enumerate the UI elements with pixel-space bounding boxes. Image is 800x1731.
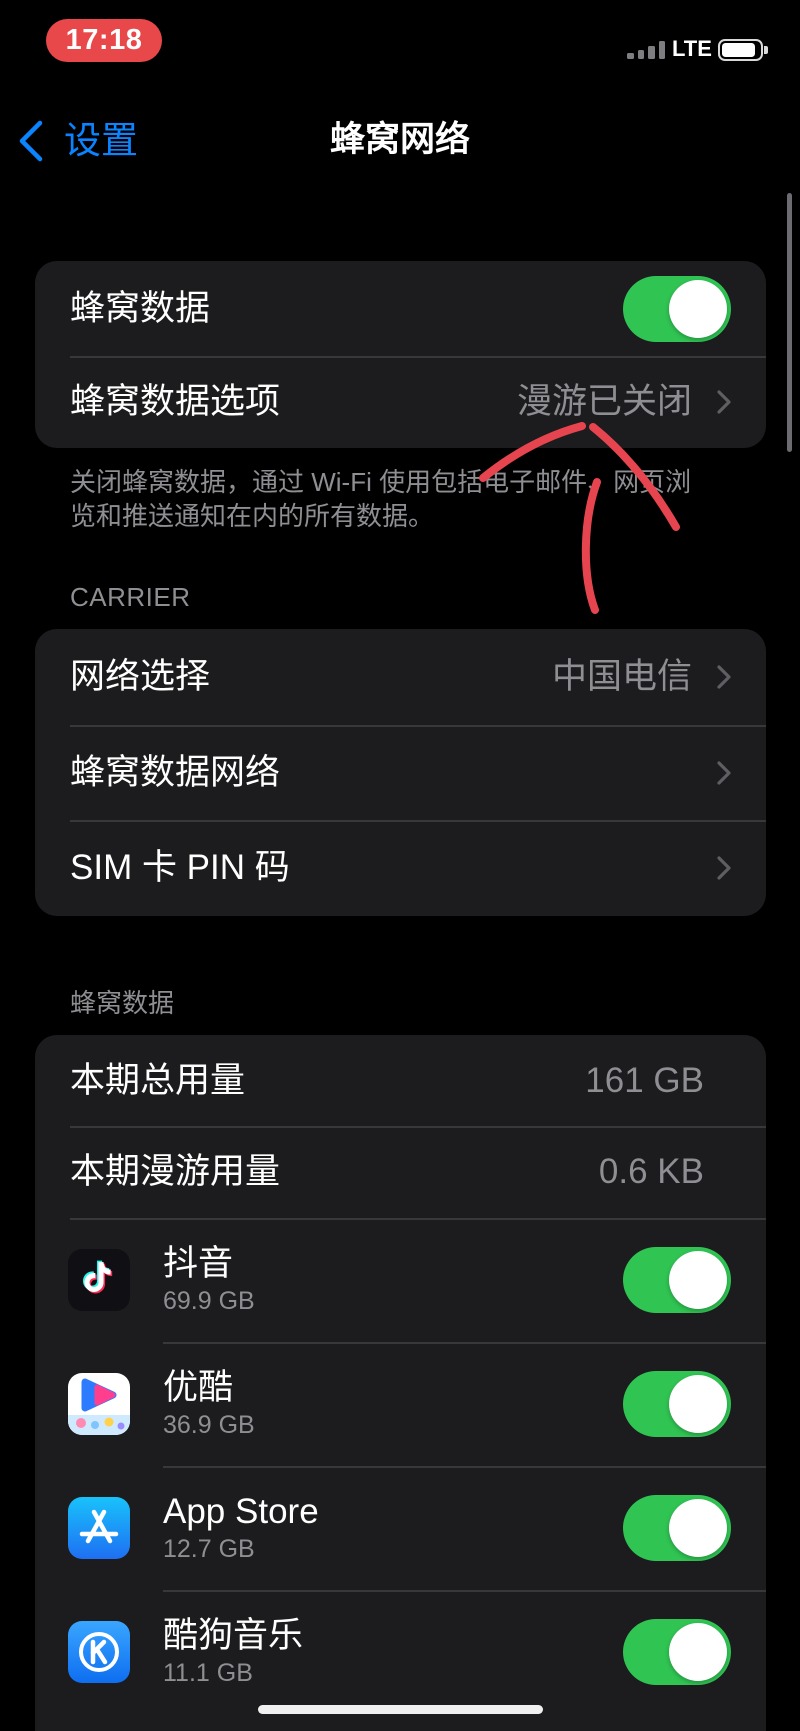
sim-pin-row[interactable]: SIM 卡 PIN 码 — [35, 820, 766, 916]
youku-cellular-toggle[interactable] — [623, 1371, 731, 1437]
sim-pin-label: SIM 卡 PIN 码 — [70, 848, 290, 887]
network-selection-row[interactable]: 网络选择 中国电信 — [35, 629, 766, 725]
battery-icon — [718, 39, 763, 61]
battery-level-fill — [722, 43, 756, 57]
signal-bar — [648, 46, 655, 59]
kugou-music-app-icon — [68, 1621, 130, 1683]
cellular-data-network-row[interactable]: 蜂窝数据网络 — [35, 725, 766, 820]
current-period-usage-value: 161 GB — [585, 1060, 704, 1100]
app-store-cellular-toggle[interactable] — [623, 1495, 731, 1561]
scrollbar[interactable] — [787, 193, 792, 452]
network-type: LTE — [672, 36, 712, 61]
app-name: App Store — [163, 1492, 319, 1531]
toggle-knob — [669, 1623, 727, 1681]
roaming-usage-row: 本期漫游用量 0.6 KB — [35, 1126, 766, 1218]
app-info: 抖音 69.9 GB — [163, 1243, 623, 1317]
carrier-name-value: 中国电信 — [551, 657, 692, 696]
network-selection-label: 网络选择 — [70, 657, 211, 696]
chevron-right-icon — [717, 760, 731, 785]
app-usage: 12.7 GB — [163, 1535, 255, 1563]
page-title: 蜂窝网络 — [329, 120, 470, 159]
app-info: 酷狗音乐 11.1 GB — [163, 1615, 623, 1689]
toggle-knob — [669, 279, 727, 338]
home-indicator[interactable] — [258, 1705, 543, 1714]
cellular-signal-icon — [627, 41, 665, 59]
roaming-status-value: 漫游已关闭 — [516, 382, 692, 421]
kugou-music-cellular-toggle[interactable] — [623, 1619, 731, 1685]
cellular-data-label: 蜂窝数据 — [70, 288, 211, 328]
chevron-right-icon — [717, 390, 731, 414]
app-name: 酷狗音乐 — [163, 1616, 304, 1655]
cellular-data-row[interactable]: 蜂窝数据 — [35, 261, 766, 356]
app-row-app-store[interactable]: App Store 12.7 GB — [35, 1466, 766, 1590]
usage-group: 本期总用量 161 GB 本期漫游用量 0.6 KB 抖音 69.9 GB 优酷… — [35, 1035, 766, 1731]
app-store-app-icon — [68, 1497, 130, 1559]
toggle-knob — [669, 1375, 727, 1433]
cellular-data-network-label: 蜂窝数据网络 — [70, 752, 281, 792]
app-name: 抖音 — [163, 1244, 234, 1283]
app-info: App Store 12.7 GB — [163, 1491, 623, 1565]
roaming-usage-label: 本期漫游用量 — [70, 1152, 281, 1191]
signal-bar — [637, 50, 644, 59]
carrier-section-header: CARRIER — [70, 582, 191, 612]
current-period-usage-label: 本期总用量 — [70, 1060, 246, 1100]
roaming-usage-value: 0.6 KB — [598, 1152, 704, 1191]
chevron-right-icon — [717, 856, 731, 880]
douyin-app-icon — [68, 1249, 130, 1311]
app-row-douyin[interactable]: 抖音 69.9 GB — [35, 1218, 766, 1342]
cellular-data-footer: 关闭蜂窝数据，通过 Wi-Fi 使用包括电子邮件、网页浏览和推送通知在内的所有数… — [70, 467, 692, 531]
current-period-usage-row: 本期总用量 161 GB — [35, 1035, 766, 1126]
app-row-kugou-music[interactable]: 酷狗音乐 11.1 GB — [35, 1590, 766, 1714]
app-usage: 36.9 GB — [163, 1411, 255, 1439]
cellular-data-options-label: 蜂窝数据选项 — [70, 382, 281, 421]
signal-bar — [627, 53, 634, 59]
carrier-group: 网络选择 中国电信 蜂窝数据网络 SIM 卡 PIN 码 — [35, 629, 766, 916]
youku-app-icon — [68, 1373, 130, 1435]
chevron-right-icon — [717, 665, 731, 689]
signal-bar — [658, 41, 665, 59]
app-row-youku[interactable]: 优酷 36.9 GB — [35, 1342, 766, 1466]
app-usage: 69.9 GB — [163, 1287, 255, 1315]
douyin-cellular-toggle[interactable] — [623, 1247, 731, 1313]
battery-nub — [764, 46, 768, 54]
usage-section-header: 蜂窝数据 — [70, 988, 175, 1018]
app-info: 优酷 36.9 GB — [163, 1367, 623, 1441]
toggle-knob — [669, 1251, 727, 1309]
app-name: 优酷 — [163, 1368, 234, 1407]
cellular-data-toggle[interactable] — [623, 275, 731, 342]
cellular-data-group: 蜂窝数据 蜂窝数据选项 漫游已关闭 — [35, 261, 766, 448]
cellular-data-options-row[interactable]: 蜂窝数据选项 漫游已关闭 — [35, 356, 766, 448]
app-usage: 11.1 GB — [163, 1659, 253, 1687]
toggle-knob — [669, 1499, 727, 1557]
status-time[interactable]: 17:18 — [46, 19, 162, 62]
